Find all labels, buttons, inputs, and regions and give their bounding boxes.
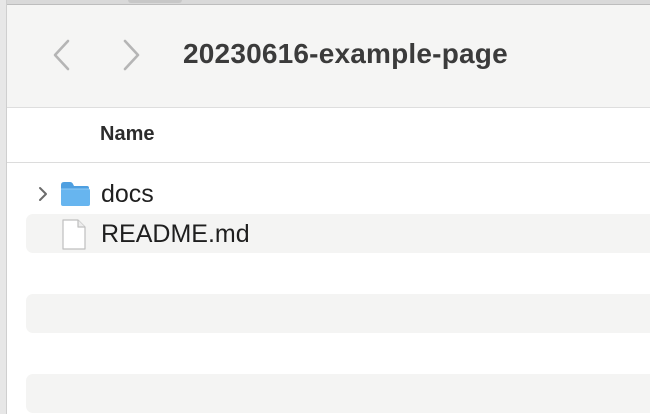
list-item-label: docs — [101, 180, 154, 208]
background-window-label — [128, 0, 182, 3]
sidebar-edge — [0, 0, 7, 414]
chevron-right-icon — [123, 39, 140, 71]
disclosure-triangle-icon[interactable] — [36, 186, 50, 202]
chevron-left-icon — [53, 39, 70, 71]
document-icon — [61, 219, 87, 255]
row-stripe — [26, 294, 650, 333]
list-header: Name — [7, 108, 650, 163]
list-item-docs[interactable]: docs — [26, 174, 650, 214]
window-title: 20230616-example-page — [183, 38, 508, 69]
column-header-name[interactable]: Name — [100, 123, 154, 146]
list-item-readme[interactable]: README.md — [26, 214, 650, 254]
list-item-label: README.md — [101, 220, 250, 248]
forward-button[interactable] — [121, 38, 143, 72]
row-stripe — [26, 374, 650, 413]
toolbar: 20230616-example-page — [7, 5, 650, 108]
back-button[interactable] — [50, 38, 72, 72]
finder-window: 20230616-example-page Name docs README.m… — [0, 0, 650, 414]
folder-icon — [59, 180, 91, 213]
